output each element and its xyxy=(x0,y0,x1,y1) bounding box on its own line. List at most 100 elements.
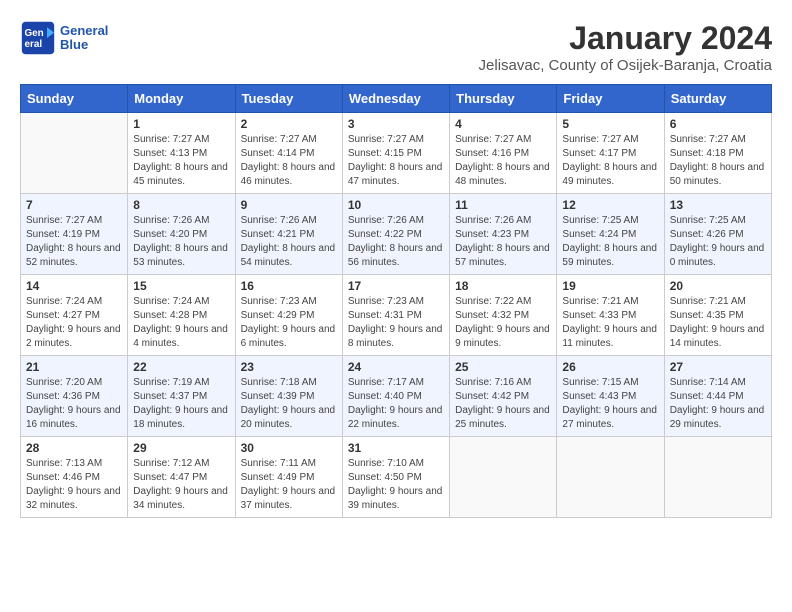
day-info: Sunrise: 7:17 AMSunset: 4:40 PMDaylight:… xyxy=(348,376,444,432)
calendar-cell: 31 Sunrise: 7:10 AMSunset: 4:50 PMDayligh… xyxy=(342,437,449,518)
page-header: Gen eral General Blue January 2024 Jelis… xyxy=(20,20,772,74)
calendar-cell: 6Sunrise: 7:27 AMSunset: 4:18 PMDaylight… xyxy=(664,113,771,194)
day-info: Sunrise: 7:27 AMSunset: 4:16 PMDaylight:… xyxy=(455,133,551,189)
day-number: 15 xyxy=(133,279,229,293)
week-row-3: 14Sunrise: 7:24 AMSunset: 4:27 PMDayligh… xyxy=(21,275,772,356)
calendar-cell: 1 Sunrise: 7:27 AMSunset: 4:13 PMDaylight… xyxy=(128,113,235,194)
day-info: Sunrise: 7:21 AMSunset: 4:33 PMDaylight:… xyxy=(562,295,658,351)
day-info: Sunrise: 7:27 AMSunset: 4:14 PMDaylight:… xyxy=(241,133,337,189)
week-row-4: 21Sunrise: 7:20 AMSunset: 4:36 PMDayligh… xyxy=(21,356,772,437)
week-row-5: 28Sunrise: 7:13 AMSunset: 4:46 PMDayligh… xyxy=(21,437,772,518)
day-number: 16 xyxy=(241,279,337,293)
svg-text:eral: eral xyxy=(25,39,43,50)
day-header-friday: Friday xyxy=(557,85,664,113)
calendar-cell: 23Sunrise: 7:18 AMSunset: 4:39 PMDayligh… xyxy=(235,356,342,437)
day-info: Sunrise: 7:27 AMSunset: 4:15 PMDaylight:… xyxy=(348,133,444,189)
calendar-cell: 14Sunrise: 7:24 AMSunset: 4:27 PMDayligh… xyxy=(21,275,128,356)
day-info: Sunrise: 7:27 AMSunset: 4:18 PMDaylight:… xyxy=(670,133,766,189)
day-info: Sunrise: 7:27 AMSunset: 4:13 PMDaylight:… xyxy=(133,133,229,189)
calendar-cell: 26 Sunrise: 7:15 AMSunset: 4:43 PMDayligh… xyxy=(557,356,664,437)
day-number: 11 xyxy=(455,198,551,212)
svg-text:Gen: Gen xyxy=(25,28,44,39)
day-info: Sunrise: 7:22 AMSunset: 4:32 PMDaylight:… xyxy=(455,295,551,351)
day-header-saturday: Saturday xyxy=(664,85,771,113)
day-info: Sunrise: 7:23 AMSunset: 4:29 PMDaylight:… xyxy=(241,295,337,351)
calendar-cell: 22 Sunrise: 7:19 AMSunset: 4:37 PMDayligh… xyxy=(128,356,235,437)
day-number: 28 xyxy=(26,441,122,455)
calendar-cell: 18 Sunrise: 7:22 AMSunset: 4:32 PMDayligh… xyxy=(450,275,557,356)
calendar-cell: 4 Sunrise: 7:27 AMSunset: 4:16 PMDaylight… xyxy=(450,113,557,194)
calendar-cell: 17Sunrise: 7:23 AMSunset: 4:31 PMDayligh… xyxy=(342,275,449,356)
day-number: 25 xyxy=(455,360,551,374)
month-title: January 2024 xyxy=(479,20,772,57)
day-number: 29 xyxy=(133,441,229,455)
day-header-tuesday: Tuesday xyxy=(235,85,342,113)
calendar-cell: 3 Sunrise: 7:27 AMSunset: 4:15 PMDaylight… xyxy=(342,113,449,194)
day-number: 21 xyxy=(26,360,122,374)
logo-icon: Gen eral xyxy=(20,20,56,56)
day-number: 1 xyxy=(133,117,229,131)
day-info: Sunrise: 7:26 AMSunset: 4:22 PMDaylight:… xyxy=(348,214,444,270)
calendar-cell: 19 Sunrise: 7:21 AMSunset: 4:33 PMDayligh… xyxy=(557,275,664,356)
day-number: 10 xyxy=(348,198,444,212)
day-number: 7 xyxy=(26,198,122,212)
day-number: 8 xyxy=(133,198,229,212)
calendar-cell: 12 Sunrise: 7:25 AMSunset: 4:24 PMDayligh… xyxy=(557,194,664,275)
calendar-cell: 16 Sunrise: 7:23 AMSunset: 4:29 PMDayligh… xyxy=(235,275,342,356)
calendar-cell: 2 Sunrise: 7:27 AMSunset: 4:14 PMDaylight… xyxy=(235,113,342,194)
calendar-cell: 13 Sunrise: 7:25 AMSunset: 4:26 PMDayligh… xyxy=(664,194,771,275)
day-info: Sunrise: 7:27 AMSunset: 4:17 PMDaylight:… xyxy=(562,133,658,189)
day-number: 5 xyxy=(562,117,658,131)
day-number: 31 xyxy=(348,441,444,455)
calendar-cell: 27 Sunrise: 7:14 AMSunset: 4:44 PMDayligh… xyxy=(664,356,771,437)
day-header-sunday: Sunday xyxy=(21,85,128,113)
day-info: Sunrise: 7:26 AMSunset: 4:23 PMDaylight:… xyxy=(455,214,551,270)
day-info: Sunrise: 7:24 AMSunset: 4:28 PMDaylight:… xyxy=(133,295,229,351)
day-info: Sunrise: 7:15 AMSunset: 4:43 PMDaylight:… xyxy=(562,376,658,432)
day-header-thursday: Thursday xyxy=(450,85,557,113)
day-header-monday: Monday xyxy=(128,85,235,113)
calendar-cell: 24 Sunrise: 7:17 AMSunset: 4:40 PMDayligh… xyxy=(342,356,449,437)
day-number: 14 xyxy=(26,279,122,293)
day-number: 13 xyxy=(670,198,766,212)
location-subtitle: Jelisavac, County of Osijek-Baranja, Cro… xyxy=(479,57,772,74)
day-info: Sunrise: 7:19 AMSunset: 4:37 PMDaylight:… xyxy=(133,376,229,432)
calendar-cell: 9Sunrise: 7:26 AMSunset: 4:21 PMDaylight… xyxy=(235,194,342,275)
logo: Gen eral General Blue xyxy=(20,20,108,56)
day-info: Sunrise: 7:12 AMSunset: 4:47 PMDaylight:… xyxy=(133,457,229,513)
day-number: 30 xyxy=(241,441,337,455)
day-info: Sunrise: 7:25 AMSunset: 4:24 PMDaylight:… xyxy=(562,214,658,270)
day-info: Sunrise: 7:11 AMSunset: 4:49 PMDaylight:… xyxy=(241,457,337,513)
day-info: Sunrise: 7:10 AMSunset: 4:50 PMDaylight:… xyxy=(348,457,444,513)
day-number: 3 xyxy=(348,117,444,131)
day-number: 12 xyxy=(562,198,658,212)
calendar-cell: 21Sunrise: 7:20 AMSunset: 4:36 PMDayligh… xyxy=(21,356,128,437)
days-header-row: SundayMondayTuesdayWednesdayThursdayFrid… xyxy=(21,85,772,113)
week-row-1: 1 Sunrise: 7:27 AMSunset: 4:13 PMDaylight… xyxy=(21,113,772,194)
day-number: 19 xyxy=(562,279,658,293)
day-number: 17 xyxy=(348,279,444,293)
logo-text: General Blue xyxy=(60,24,108,53)
day-number: 23 xyxy=(241,360,337,374)
day-number: 24 xyxy=(348,360,444,374)
day-number: 2 xyxy=(241,117,337,131)
calendar-cell: 10 Sunrise: 7:26 AMSunset: 4:22 PMDayligh… xyxy=(342,194,449,275)
calendar-cell xyxy=(450,437,557,518)
day-info: Sunrise: 7:25 AMSunset: 4:26 PMDaylight:… xyxy=(670,214,766,270)
week-row-2: 7 Sunrise: 7:27 AMSunset: 4:19 PMDaylight… xyxy=(21,194,772,275)
calendar-cell: 7 Sunrise: 7:27 AMSunset: 4:19 PMDaylight… xyxy=(21,194,128,275)
day-number: 18 xyxy=(455,279,551,293)
day-header-wednesday: Wednesday xyxy=(342,85,449,113)
day-number: 4 xyxy=(455,117,551,131)
day-number: 26 xyxy=(562,360,658,374)
day-info: Sunrise: 7:26 AMSunset: 4:20 PMDaylight:… xyxy=(133,214,229,270)
calendar-cell: 15 Sunrise: 7:24 AMSunset: 4:28 PMDayligh… xyxy=(128,275,235,356)
day-info: Sunrise: 7:14 AMSunset: 4:44 PMDaylight:… xyxy=(670,376,766,432)
day-number: 22 xyxy=(133,360,229,374)
calendar-cell xyxy=(21,113,128,194)
calendar-table: SundayMondayTuesdayWednesdayThursdayFrid… xyxy=(20,84,772,518)
day-number: 27 xyxy=(670,360,766,374)
day-info: Sunrise: 7:27 AMSunset: 4:19 PMDaylight:… xyxy=(26,214,122,270)
calendar-cell: 20Sunrise: 7:21 AMSunset: 4:35 PMDayligh… xyxy=(664,275,771,356)
calendar-cell xyxy=(664,437,771,518)
